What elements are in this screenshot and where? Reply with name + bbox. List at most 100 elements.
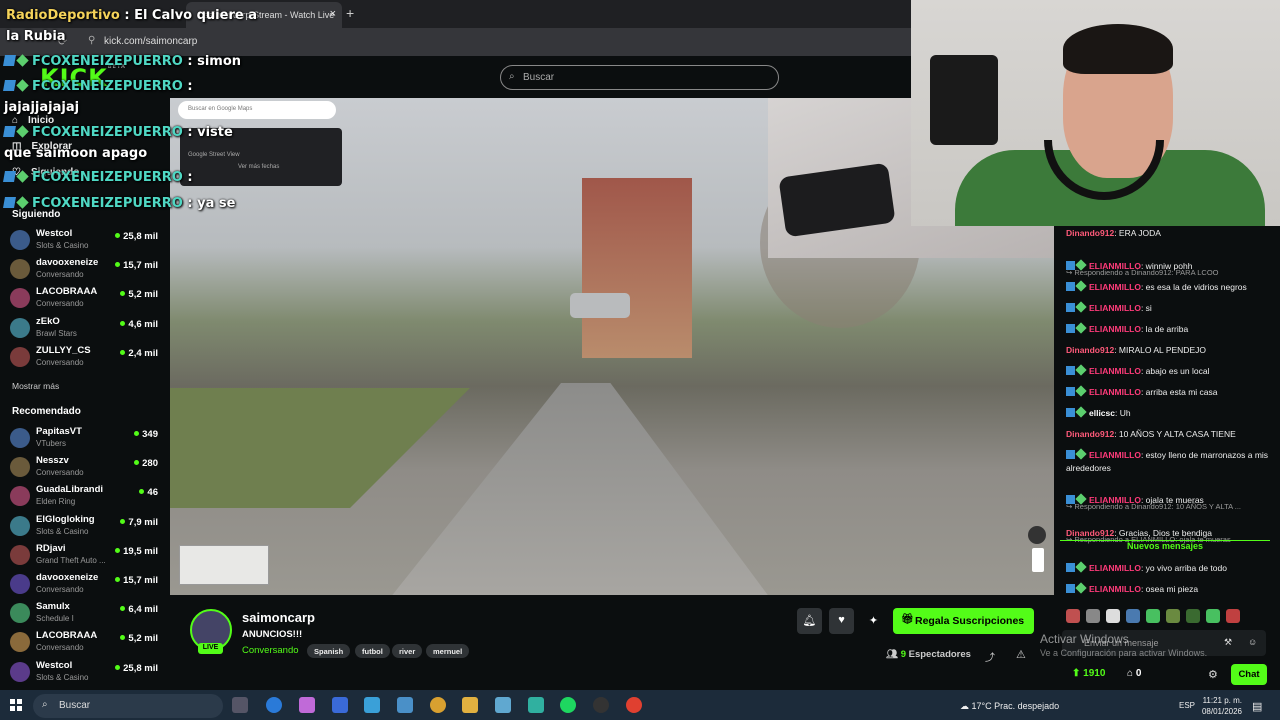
file-explorer-icon[interactable] <box>462 697 478 713</box>
sidebar-channel[interactable]: Nesszv Conversando 280 <box>10 454 162 483</box>
chat-message[interactable]: Dinando912: Gracias, Dios te bendiga <box>1066 527 1270 540</box>
chat-username[interactable]: ELIANMILLO <box>1089 366 1141 376</box>
chat-message[interactable]: ellicsc: Uh <box>1066 406 1270 420</box>
sidebar-channel[interactable]: zEkO Brawl Stars 4,6 mil <box>10 315 162 344</box>
store-icon[interactable] <box>364 697 380 713</box>
tab-close-icon[interactable]: × <box>330 8 336 20</box>
app-icon[interactable] <box>397 697 413 713</box>
weather-widget[interactable]: ☁ 17°C Prac. despejado <box>960 701 1059 712</box>
notification-bell-button[interactable]: 🔔︎ <box>797 608 822 634</box>
chat-username[interactable]: ELIANMILLO <box>1089 563 1141 573</box>
chat-message[interactable]: ELIANMILLO: winniw pohh <box>1066 259 1270 273</box>
gift-counter[interactable]: ⌂ 0 <box>1127 668 1141 679</box>
chat-message[interactable]: Dinando912: MIRALO AL PENDEJO <box>1066 344 1270 357</box>
emote-icon[interactable] <box>1106 609 1120 623</box>
address-bar[interactable]: ⟳ ⚲ kick.com/saimoncarp <box>0 28 912 56</box>
chat-username[interactable]: ELIANMILLO <box>1089 303 1141 313</box>
chat-username[interactable]: Dinando912 <box>1066 228 1114 238</box>
chat-username[interactable]: ELIANMILLO <box>1089 450 1141 460</box>
stream-tag[interactable]: Spanish <box>307 644 351 658</box>
sidebar-channel[interactable]: LACOBRAAA Conversando 5,2 mil <box>10 629 162 658</box>
chat-username[interactable]: ellicsc <box>1089 408 1115 418</box>
gift-subscriptions-button[interactable]: 🎁︎ Regala Suscripciones <box>893 608 1034 634</box>
sidebar-channel[interactable]: ElGlogloking Slots & Casino 7,9 mil <box>10 513 162 542</box>
sidebar-nav-siguiendo[interactable]: ♡ Siguiendo <box>12 167 79 178</box>
emote-icon[interactable] <box>1066 609 1080 623</box>
reload-icon[interactable]: ⟳ <box>58 35 67 48</box>
emote-icon[interactable] <box>1126 609 1140 623</box>
streamer-name[interactable]: saimoncarp <box>242 610 315 625</box>
sidebar-channel[interactable]: GuadaLibrandi Elden Ring 46 <box>10 483 162 512</box>
sidebar-channel[interactable]: LACOBRAAA Conversando 5,2 mil <box>10 285 162 314</box>
chat-settings-icon[interactable]: ⚙ <box>1208 668 1218 681</box>
chrome-icon[interactable] <box>626 697 642 713</box>
app-icon[interactable] <box>495 697 511 713</box>
task-view-icon[interactable] <box>232 697 248 713</box>
taskbar-search[interactable]: ⌕ Buscar <box>33 694 223 718</box>
chat-message[interactable]: ELIANMILLO: osea mi pieza <box>1066 582 1270 596</box>
chat-message[interactable]: Dinando912: ERA JODA <box>1066 227 1270 240</box>
chat-username[interactable]: Dinando912 <box>1066 429 1114 439</box>
language-indicator[interactable]: ESP <box>1179 701 1195 710</box>
windows-start-icon[interactable] <box>10 699 22 711</box>
sidebar-nav-explorar[interactable]: ◫ Explorar <box>12 141 72 152</box>
sidebar-channel[interactable]: Samulx Schedule I 6,4 mil <box>10 600 162 629</box>
stream-tag[interactable]: futbol <box>355 644 390 658</box>
chat-message[interactable]: ELIANMILLO: abajo es un local <box>1066 364 1270 378</box>
app-icon[interactable] <box>430 697 446 713</box>
share-icon[interactable]: ⤴ <box>985 649 995 664</box>
chat-message[interactable]: ELIANMILLO: arriba esta mi casa <box>1066 385 1270 399</box>
chat-username[interactable]: ELIANMILLO <box>1089 387 1141 397</box>
chat-username[interactable]: ELIANMILLO <box>1089 584 1141 594</box>
sidebar-channel[interactable]: Westcol Slots & Casino 25,8 mil <box>10 659 162 688</box>
spotify-icon[interactable] <box>560 697 576 713</box>
emote-icon[interactable] <box>1146 609 1160 623</box>
sidebar-channel[interactable]: RDjavi Grand Theft Auto ... 19,5 mil <box>10 542 162 571</box>
sidebar-channel[interactable]: PapitasVT VTubers 349 <box>10 425 162 454</box>
chat-username[interactable]: Dinando912 <box>1066 528 1114 538</box>
chat-message[interactable]: ELIANMILLO: estoy lleno de marronazos a … <box>1066 448 1270 475</box>
show-more-link[interactable]: Mostrar más <box>12 381 59 391</box>
chat-message[interactable]: ELIANMILLO: es esa la de vidrios negros <box>1066 280 1270 294</box>
stream-category[interactable]: Conversando <box>242 645 299 656</box>
sidebar-channel[interactable]: Westcol Slots & Casino 25,8 mil <box>10 227 162 256</box>
chat-username[interactable]: ELIANMILLO <box>1089 324 1141 334</box>
chat-message[interactable]: ELIANMILLO: ojala te mueras <box>1066 493 1270 507</box>
sidebar-channel[interactable]: davooxeneize Conversando 15,7 mil <box>10 571 162 600</box>
edge-icon[interactable] <box>266 697 282 713</box>
stream-tag[interactable]: mernuel <box>426 644 470 658</box>
chat-username[interactable]: ELIANMILLO <box>1089 495 1141 505</box>
taskbar-clock[interactable]: 11:21 p. m. 08/01/2026 <box>1200 695 1242 717</box>
kick-logo[interactable]: KICKBETA <box>40 64 126 92</box>
command-icon[interactable]: ⚒ <box>1224 637 1232 648</box>
sparkle-button[interactable]: ✦ <box>861 608 886 634</box>
browser-tab[interactable]: saimoncarp Stream - Watch Live × <box>186 2 342 28</box>
stream-tag[interactable]: river <box>392 644 423 658</box>
app-icon[interactable] <box>528 697 544 713</box>
chat-username[interactable]: Dinando912 <box>1066 345 1114 355</box>
follow-button[interactable]: ♥ <box>829 608 854 634</box>
url-text[interactable]: kick.com/saimoncarp <box>104 36 197 47</box>
chat-message[interactable]: Dinando912: 10 AÑOS Y ALTA CASA TIENE <box>1066 428 1270 441</box>
channel-points[interactable]: ⬆ 1910 <box>1072 668 1105 679</box>
emote-icon[interactable] <box>1186 609 1200 623</box>
site-info-icon[interactable]: ⚲ <box>88 35 95 46</box>
outlook-icon[interactable] <box>332 697 348 713</box>
chat-message[interactable]: ELIANMILLO: si <box>1066 301 1270 315</box>
chat-username[interactable]: ELIANMILLO <box>1089 261 1141 271</box>
chat-username[interactable]: ELIANMILLO <box>1089 282 1141 292</box>
emote-icon[interactable] <box>1226 609 1240 623</box>
chat-message[interactable]: ELIANMILLO: la de arriba <box>1066 322 1270 336</box>
search-input[interactable]: ⌕ Buscar <box>500 65 779 90</box>
new-messages-divider[interactable]: Nuevos mensajes <box>1060 540 1270 554</box>
emote-icon[interactable] <box>1206 609 1220 623</box>
sidebar-nav-inicio[interactable]: ⌂ Inicio <box>12 115 54 126</box>
sidebar-channel[interactable]: ZULLYY_CS Conversando 2,4 mil <box>10 344 162 373</box>
notification-icon[interactable]: ▤ <box>1252 700 1262 713</box>
chat-send-button[interactable]: Chat <box>1231 664 1267 685</box>
obs-icon[interactable] <box>593 697 609 713</box>
sidebar-channel[interactable]: davooxeneize Conversando 15,7 mil <box>10 256 162 285</box>
copilot-icon[interactable] <box>299 697 315 713</box>
report-icon[interactable]: ⚠ <box>1016 648 1026 661</box>
new-tab-button[interactable]: + <box>346 5 354 21</box>
